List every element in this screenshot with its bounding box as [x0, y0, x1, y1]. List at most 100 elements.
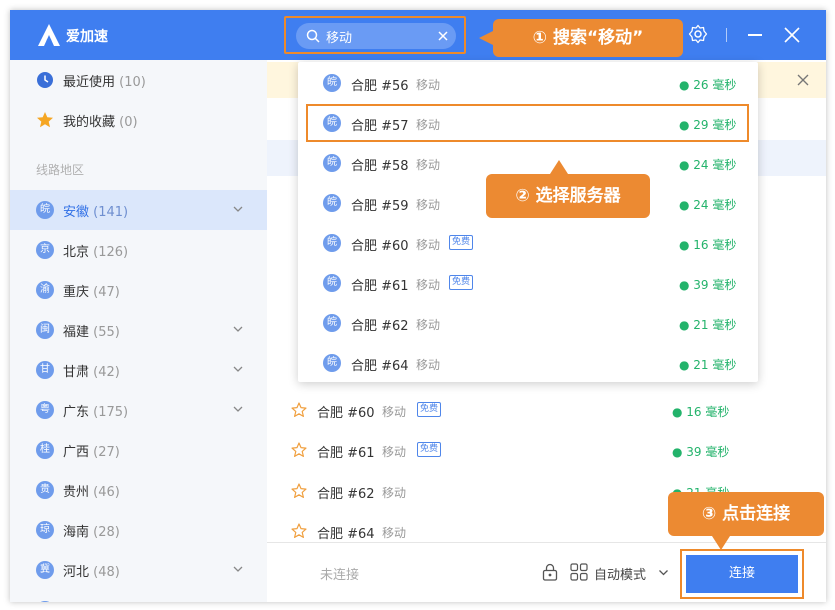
server-isp: 移动 — [416, 318, 441, 332]
sidebar-item-favorites[interactable]: 我的收藏 (0) — [10, 100, 267, 140]
search-result-item[interactable]: 皖合肥 #61 移动 免费 ● 39 毫秒 — [298, 263, 758, 303]
sidebar-item-count: (46) — [93, 485, 120, 500]
server-ping: ● 39 毫秒 — [672, 445, 730, 459]
sidebar-item-text: 福建 (55) — [63, 321, 120, 340]
chevron-down-icon[interactable] — [232, 323, 244, 335]
step1-callout: ① 搜索“移动” — [479, 19, 683, 57]
province-badge: 皖 — [323, 74, 341, 92]
minimize-icon[interactable] — [748, 34, 762, 36]
sidebar-item-count: (175) — [93, 405, 129, 420]
connect-button[interactable]: 连接 — [686, 555, 798, 593]
app-logo-icon — [38, 24, 60, 46]
search-result-item[interactable]: 皖合肥 #56 移动 ● 26 毫秒 — [298, 63, 758, 103]
chevron-down-icon[interactable] — [232, 403, 244, 415]
sidebar-item-province[interactable]: 渝重庆 (47) — [10, 270, 267, 310]
chevron-down-icon[interactable] — [232, 563, 244, 575]
sidebar-item-recent[interactable]: 最近使用 (10) — [10, 60, 267, 100]
close-notice-icon[interactable] — [797, 74, 809, 86]
server-row[interactable]: 合肥 #60 移动 免费 ● 16 毫秒 — [267, 390, 826, 430]
favorite-star-icon[interactable] — [291, 523, 307, 539]
province-badge: 闽 — [36, 321, 54, 339]
sidebar-item-province[interactable]: 京北京 (126) — [10, 230, 267, 270]
sidebar-item-count: (0) — [119, 115, 138, 130]
search-input[interactable] — [326, 26, 426, 46]
sidebar-item-label: 广西 — [63, 445, 90, 460]
favorite-star-icon[interactable] — [291, 442, 307, 458]
search-highlight — [284, 16, 466, 54]
province-badge: 皖 — [36, 201, 54, 219]
mode-grid-icon — [570, 563, 588, 581]
lock-icon[interactable] — [542, 563, 558, 581]
server-name: 合肥 #61 — [351, 279, 409, 294]
sidebar-item-province[interactable]: 豫 河南 (79) — [10, 590, 267, 602]
search-result-item[interactable]: 皖合肥 #60 移动 免费 ● 16 毫秒 — [298, 223, 758, 263]
sidebar-item-text: 重庆 (47) — [63, 281, 120, 300]
sidebar-item-province[interactable]: 冀河北 (48) — [10, 550, 267, 590]
sidebar-item-text: 河北 (48) — [63, 561, 120, 580]
step3-callout: ③ 点击连接 — [668, 492, 824, 550]
sidebar-item-province[interactable]: 闽福建 (55) — [10, 310, 267, 350]
server-name: 合肥 #60 — [317, 406, 375, 421]
server-name: 合肥 #60 — [351, 239, 409, 254]
mode-select[interactable]: 自动模式 — [594, 564, 646, 583]
sidebar-item-label: 海南 — [63, 525, 90, 540]
server-isp: 移动 — [382, 486, 407, 500]
free-badge: 免费 — [417, 402, 442, 417]
search-icon — [306, 29, 320, 43]
chevron-down-icon[interactable] — [232, 363, 244, 375]
favorite-star-icon[interactable] — [291, 483, 307, 499]
chevron-down-icon[interactable] — [232, 203, 244, 215]
search-result-item[interactable]: 皖合肥 #62 移动 ● 21 毫秒 — [298, 303, 758, 343]
province-badge: 京 — [36, 241, 54, 259]
sidebar-item-count: (27) — [93, 445, 120, 460]
sidebar-item-count: (48) — [93, 565, 120, 580]
province-badge: 皖 — [323, 274, 341, 292]
sidebar-item-label: 河北 — [63, 565, 90, 580]
favorite-star-icon[interactable] — [291, 402, 307, 418]
sidebar-item-province[interactable]: 琼海南 (28) — [10, 510, 267, 550]
province-badge: 豫 — [36, 601, 54, 602]
server-isp: 移动 — [416, 238, 441, 252]
sidebar-item-text: 贵州 (46) — [63, 481, 120, 500]
sidebar-item-label: 重庆 — [63, 285, 90, 300]
free-badge: 免费 — [449, 275, 474, 290]
sidebar-item-province[interactable]: 甘甘肃 (42) — [10, 350, 267, 390]
server-name: 合肥 #61 — [317, 446, 375, 461]
sidebar-item-province[interactable]: 皖安徽 (141) — [10, 190, 267, 230]
step2-callout: ② 选择服务器 — [486, 160, 650, 218]
server-ping: ● 39 毫秒 — [679, 278, 737, 292]
server-name: 合肥 #56 — [351, 79, 409, 94]
server-isp: 移动 — [416, 358, 441, 372]
province-badge: 皖 — [323, 154, 341, 172]
free-badge: 免费 — [449, 235, 474, 250]
star-icon — [37, 112, 53, 128]
sidebar-item-province[interactable]: 贵贵州 (46) — [10, 470, 267, 510]
chevron-down-icon[interactable] — [658, 567, 669, 578]
server-name: 合肥 #62 — [351, 319, 409, 334]
clock-icon — [37, 72, 53, 88]
province-badge: 皖 — [323, 314, 341, 332]
server-name: 合肥 #64 — [351, 359, 409, 374]
search-box[interactable] — [296, 23, 456, 49]
title-bar: 爱加速 — [10, 10, 826, 60]
search-result-item[interactable]: 皖合肥 #64 移动 ● 21 毫秒 — [298, 343, 758, 383]
server-ping: ● 21 毫秒 — [679, 358, 737, 372]
clear-search-icon[interactable] — [436, 29, 450, 43]
sidebar-item-text: 甘肃 (42) — [63, 361, 120, 380]
server-name: 合肥 #58 — [351, 159, 409, 174]
server-ping: ● 26 毫秒 — [679, 78, 737, 92]
sidebar-item-province[interactable]: 桂广西 (27) — [10, 430, 267, 470]
server-name: 合肥 #64 — [317, 527, 375, 542]
close-icon[interactable] — [783, 26, 801, 44]
server-row[interactable]: 合肥 #61 移动 免费 ● 39 毫秒 — [267, 430, 826, 470]
sidebar-item-province[interactable]: 粤广东 (175) — [10, 390, 267, 430]
server-isp: 移动 — [382, 445, 407, 459]
selected-result-highlight — [306, 104, 749, 142]
gear-icon[interactable] — [688, 24, 708, 44]
province-badge: 渝 — [36, 281, 54, 299]
server-isp: 移动 — [382, 405, 407, 419]
sidebar-item-label: 我的收藏 — [63, 115, 116, 130]
sidebar-item-text: 广东 (175) — [63, 401, 128, 420]
sidebar-item-text: 海南 (28) — [63, 521, 120, 540]
sidebar-item-count: (47) — [93, 285, 120, 300]
